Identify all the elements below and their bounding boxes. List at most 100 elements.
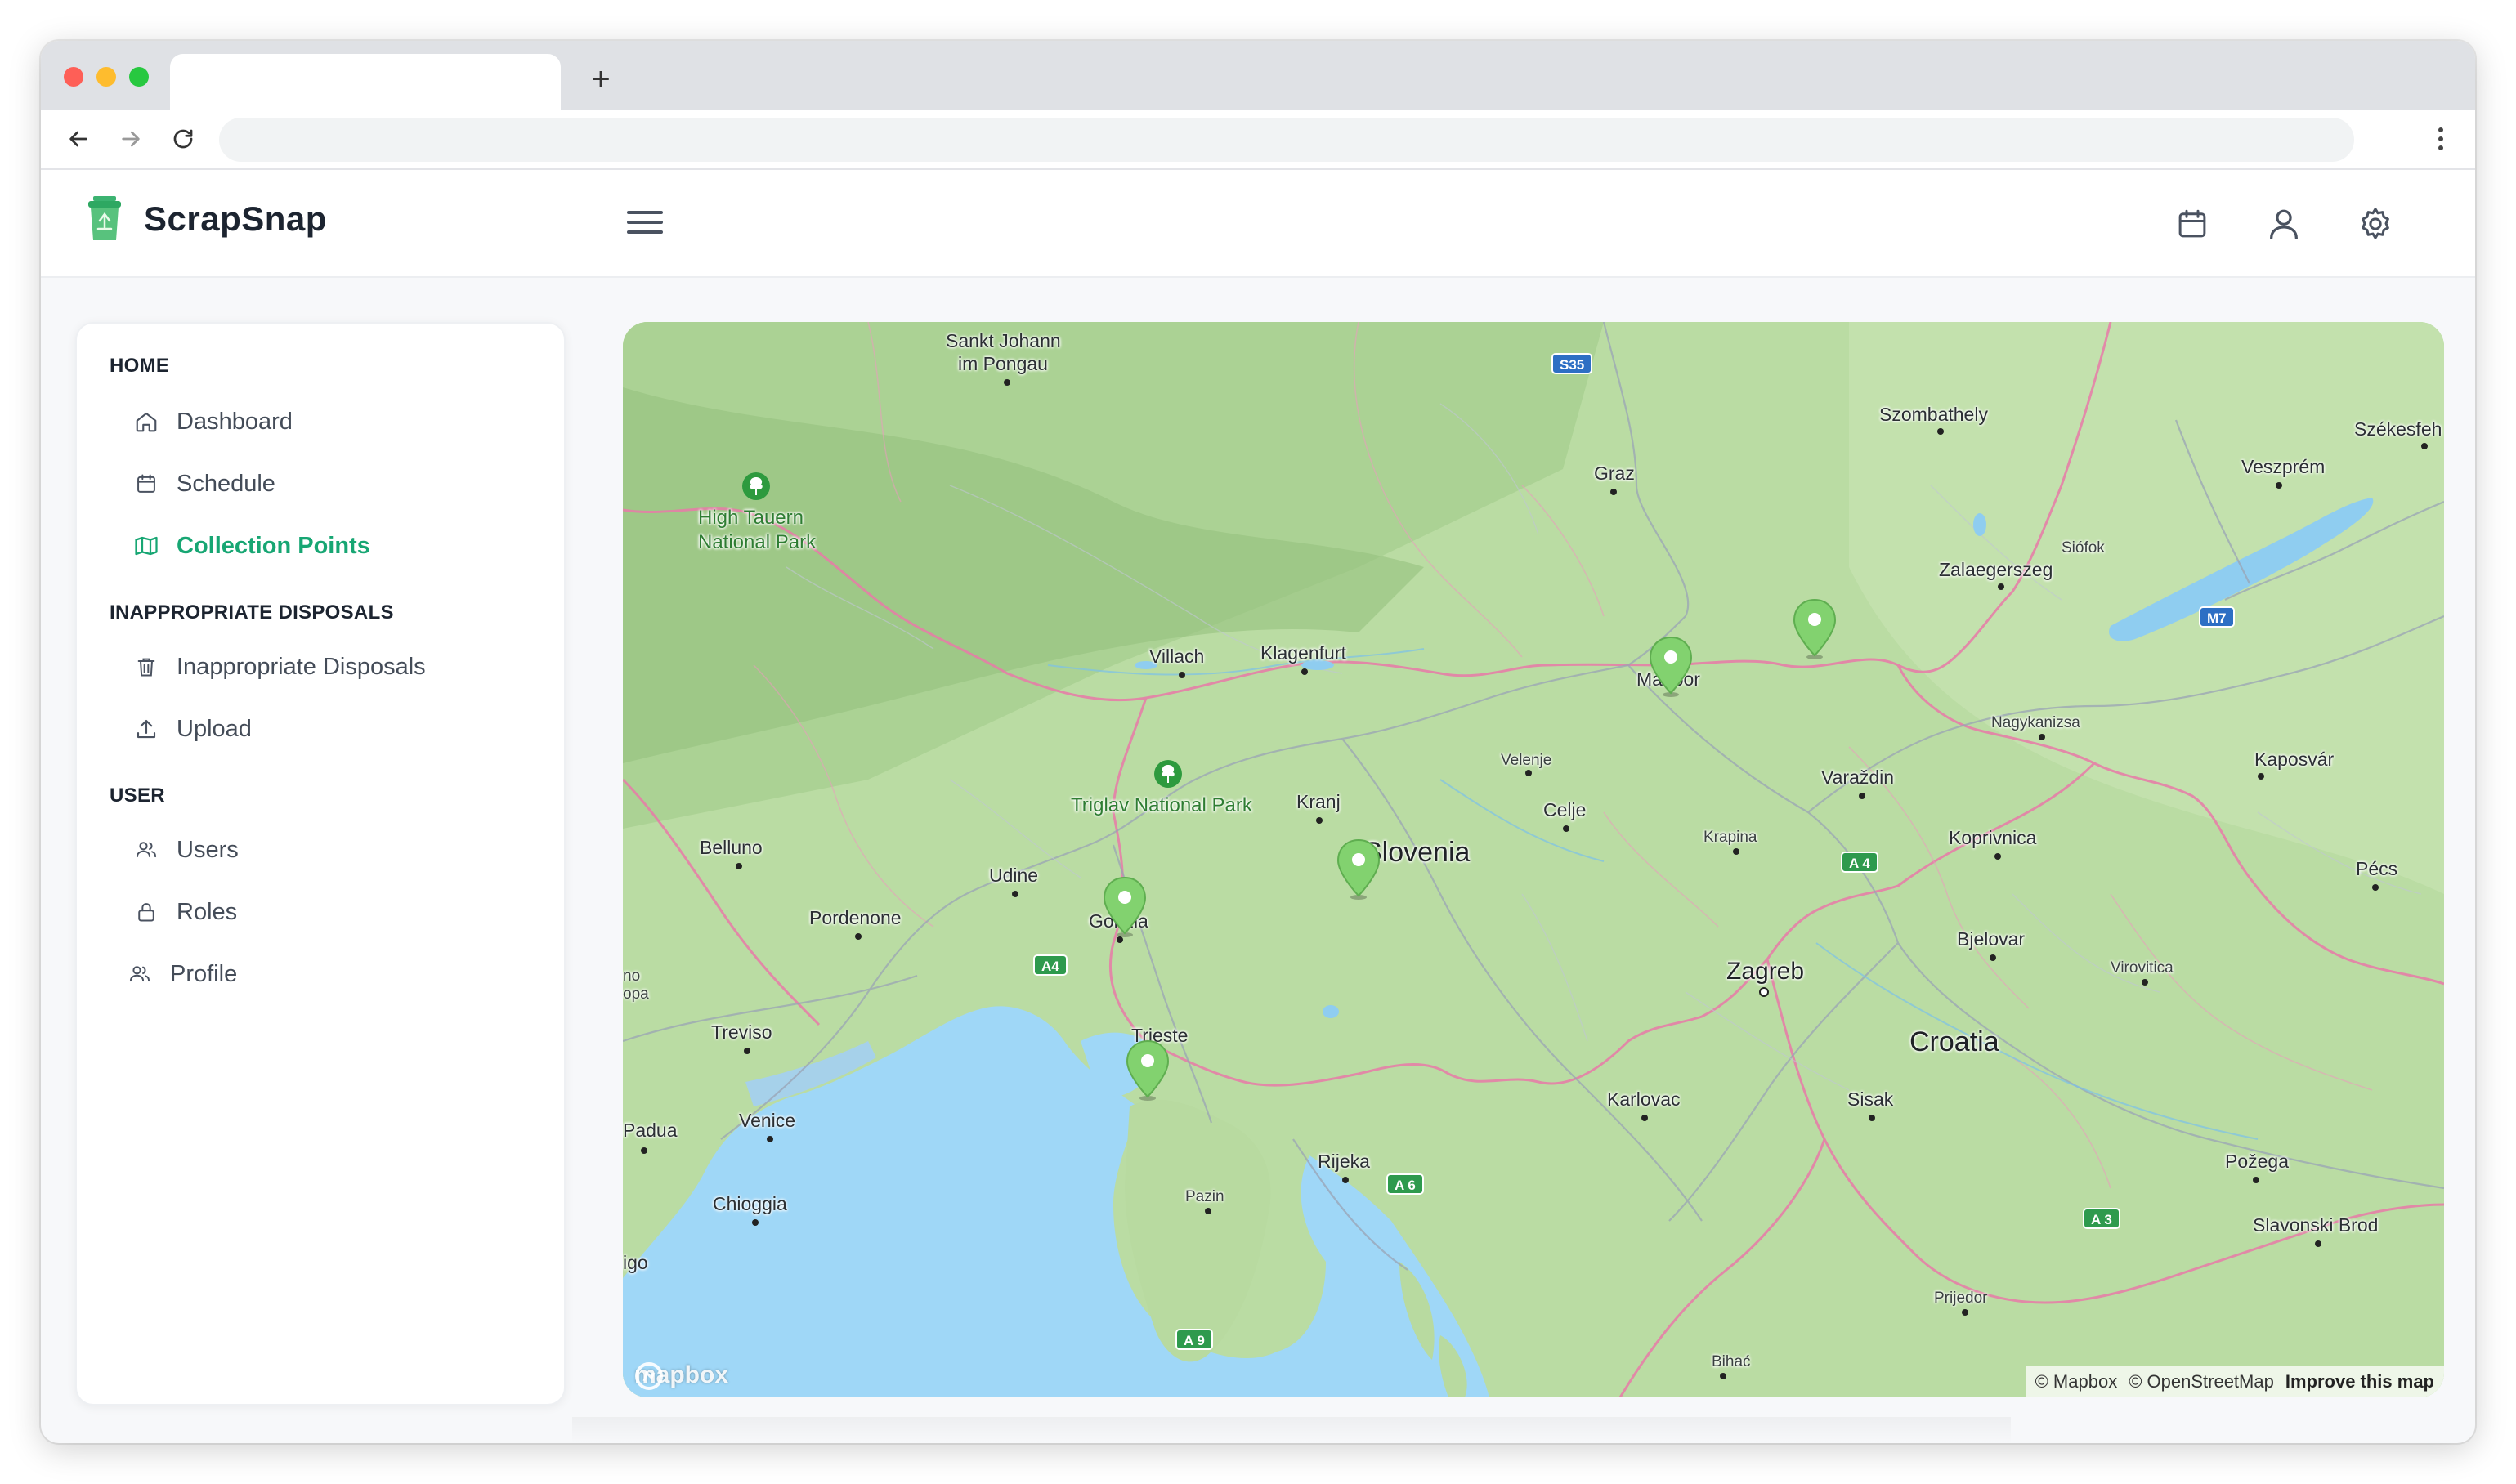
sidebar-section-home: HOME <box>110 355 170 377</box>
mapbox-attribution-link[interactable]: © Mapbox <box>2035 1371 2118 1392</box>
collection-point-marker-gorizia[interactable] <box>1102 876 1148 938</box>
city-dot <box>1962 1309 1968 1316</box>
close-window-button[interactable] <box>64 67 83 87</box>
road-shield-a4-italy: A4 <box>1033 954 1068 976</box>
new-tab-button[interactable]: + <box>580 59 621 100</box>
user-account-button[interactable] <box>2259 199 2308 248</box>
sidebar-item-label: Dashboard <box>177 408 293 435</box>
city-dot <box>1525 770 1532 776</box>
map-label-nagykanizsa: Nagykanizsa <box>1991 714 2080 731</box>
national-park-icon <box>741 471 772 502</box>
back-button[interactable] <box>57 118 100 160</box>
menu-toggle-button[interactable] <box>623 201 667 244</box>
collection-point-marker-ljubljana[interactable] <box>1336 838 1381 901</box>
collection-point-marker-north[interactable] <box>1792 598 1838 660</box>
map-label-bjelovar: Bjelovar <box>1957 928 2026 950</box>
sidebar-item-users[interactable]: Users <box>132 827 525 873</box>
road-shield-m7: M7 <box>2199 606 2235 628</box>
browser-toolbar <box>41 110 2475 170</box>
reload-icon <box>173 129 193 149</box>
sidebar-item-schedule[interactable]: Schedule <box>132 461 525 507</box>
sidebar-item-label: Upload <box>177 715 252 742</box>
city-dot <box>855 933 862 940</box>
arrow-left-icon <box>69 131 87 147</box>
map-label-partial-opa: opa <box>623 986 649 1003</box>
city-dot <box>1205 1208 1211 1214</box>
city-dot <box>752 1219 759 1226</box>
address-bar[interactable] <box>219 118 2354 162</box>
collection-point-marker-maribor[interactable] <box>1648 636 1694 698</box>
improve-map-link[interactable]: Improve this map <box>2285 1371 2434 1392</box>
map-label-udine: Udine <box>989 865 1039 886</box>
users-icon <box>132 836 160 864</box>
city-dot <box>2039 734 2045 740</box>
map-label-slavonski-brod: Slavonski Brod <box>2253 1214 2379 1236</box>
sidebar-item-inappropriate-disposals[interactable]: Inappropriate Disposals <box>132 644 525 690</box>
map-label-virovitica: Virovitica <box>2111 959 2174 977</box>
collection-points-map[interactable]: Sankt Johann im Pongau S35 Szombathely S… <box>623 322 2444 1397</box>
browser-menu-button[interactable] <box>2423 121 2459 157</box>
minimize-window-button[interactable] <box>96 67 116 87</box>
sidebar-item-label: Collection Points <box>177 532 370 559</box>
sidebar-item-dashboard[interactable]: Dashboard <box>132 399 525 445</box>
city-dot <box>641 1147 647 1154</box>
city-dot <box>744 1048 750 1054</box>
map-label-velenje: Velenje <box>1501 752 1552 769</box>
upload-icon <box>132 715 160 743</box>
users-icon <box>126 960 154 988</box>
browser-tab[interactable] <box>170 54 561 110</box>
city-dot <box>1012 891 1018 897</box>
map-label-triglav: Triglav National Park <box>1071 794 1252 816</box>
map-label-pecs: Pécs <box>2356 858 2398 879</box>
app-brand[interactable]: ScrapSnap <box>144 199 327 239</box>
map-label-karlovac: Karlovac <box>1607 1088 1681 1110</box>
city-dot <box>1998 583 2004 590</box>
city-dot <box>1641 1115 1648 1121</box>
city-dot <box>767 1136 773 1142</box>
map-label-celje: Celje <box>1543 799 1587 820</box>
map-label-belluno: Belluno <box>700 837 763 858</box>
app-header: ScrapSnap <box>41 170 2475 278</box>
sidebar-item-label: Roles <box>177 898 238 925</box>
reload-button[interactable] <box>162 118 204 160</box>
map-label-krapina: Krapina <box>1703 829 1757 846</box>
map-icon <box>132 532 160 560</box>
sidebar-item-label: Schedule <box>177 470 275 497</box>
city-dot <box>2258 773 2264 780</box>
maximize-window-button[interactable] <box>129 67 149 87</box>
osm-attribution-link[interactable]: © OpenStreetMap <box>2129 1371 2274 1392</box>
collection-point-marker-koper[interactable] <box>1125 1039 1171 1102</box>
map-label-bihac: Bihać <box>1712 1353 1751 1370</box>
forward-button[interactable] <box>110 118 152 160</box>
sidebar: HOME Dashboard Schedule Collection Point… <box>75 322 566 1406</box>
sidebar-item-roles[interactable]: Roles <box>132 889 525 935</box>
settings-button[interactable] <box>2351 199 2400 248</box>
road-shield-a4: A 4 <box>1841 852 1878 873</box>
sidebar-item-label: Profile <box>170 960 238 987</box>
city-dot <box>1610 489 1617 495</box>
city-dot <box>2372 884 2379 891</box>
sidebar-item-profile[interactable]: Profile <box>126 951 518 997</box>
sidebar-section-user: USER <box>110 784 165 807</box>
city-dot <box>1869 1115 1875 1121</box>
sidebar-item-upload[interactable]: Upload <box>132 706 525 752</box>
map-label-szekesfehervar: Székesfeh <box>2354 418 2442 440</box>
mapbox-logo[interactable]: mapbox <box>634 1361 728 1390</box>
calendar-button[interactable] <box>2168 199 2217 248</box>
tab-bar: + <box>41 41 2475 110</box>
calendar-icon <box>2178 209 2206 238</box>
arrow-right-icon <box>122 131 140 147</box>
map-label-szombathely: Szombathely <box>1879 404 1988 425</box>
city-dot <box>1859 793 1865 799</box>
city-dot <box>1316 817 1323 824</box>
city-dot <box>1004 379 1010 386</box>
map-label-villach: Villach <box>1149 646 1205 667</box>
map-label-treviso: Treviso <box>711 1021 772 1043</box>
map-label-sankt-johann: Sankt Johann <box>946 330 1061 351</box>
recycle-bin-logo-icon <box>87 196 123 242</box>
map-label-varazdin: Varaždin <box>1821 767 1895 788</box>
capital-dot <box>1759 987 1769 997</box>
user-icon <box>2270 209 2298 239</box>
sidebar-item-collection-points[interactable]: Collection Points <box>132 523 525 569</box>
map-label-kaposvar: Kaposvár <box>2254 749 2335 770</box>
